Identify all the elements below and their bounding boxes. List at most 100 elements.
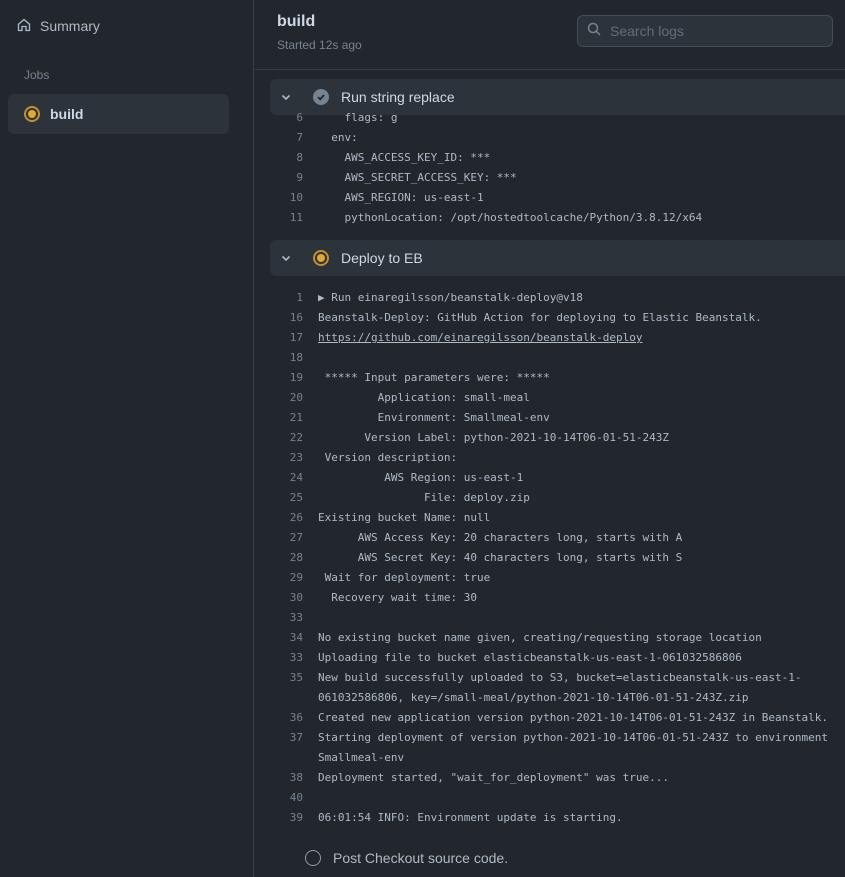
step-header-post-checkout[interactable]: Post Checkout source code.	[270, 847, 508, 869]
line-text[interactable]: ▶ Run einaregilsson/beanstalk-deploy@v18	[318, 288, 583, 308]
log-line: 8 AWS_ACCESS_KEY_ID: ***	[270, 148, 845, 168]
summary-link[interactable]: Summary	[16, 10, 100, 42]
line-number[interactable]: 24	[270, 468, 318, 488]
search-box[interactable]	[577, 15, 833, 47]
search-input[interactable]	[610, 23, 820, 39]
line-number[interactable]: 18	[270, 348, 318, 368]
line-text: flags: g	[318, 111, 398, 124]
line-text: AWS_SECRET_ACCESS_KEY: ***	[318, 171, 517, 184]
line-number[interactable]: 21	[270, 408, 318, 428]
log-line: 37 Starting deployment of version python-…	[270, 728, 845, 768]
line-text: Version Label: python-2021-10-14T06-01-5…	[318, 431, 669, 444]
in-progress-icon	[24, 106, 40, 122]
jobs-heading: Jobs	[24, 68, 50, 82]
line-number[interactable]: 29	[270, 568, 318, 588]
step-header-deploy-to-eb[interactable]: Deploy to EB	[270, 240, 845, 276]
log-line: 9 AWS_SECRET_ACCESS_KEY: ***	[270, 168, 845, 188]
line-number[interactable]: 19	[270, 368, 318, 388]
log-line: 24 AWS Region: us-east-1	[270, 468, 845, 488]
job-item-build[interactable]: build	[8, 94, 229, 134]
job-label: build	[50, 106, 84, 122]
line-text: No existing bucket name given, creating/…	[318, 631, 762, 644]
line-number[interactable]: 6	[270, 108, 318, 128]
log-line: 23 Version description:	[270, 448, 845, 468]
log-line: 18	[270, 348, 845, 368]
line-number[interactable]: 40	[270, 788, 318, 808]
line-number[interactable]: 25	[270, 488, 318, 508]
log-line: 39 06:01:54 INFO: Environment update is s…	[270, 808, 845, 828]
line-text: Wait for deployment: true	[318, 571, 491, 584]
line-text: Version description:	[318, 451, 458, 464]
line-number[interactable]: 7	[270, 128, 318, 148]
line-text: Starting deployment of version python-20…	[318, 731, 835, 764]
line-text: 06:01:54 INFO: Environment update is sta…	[318, 811, 623, 824]
pending-circle-icon	[305, 850, 321, 866]
step-log-deploy-to-eb: 1 ▶ Run einaregilsson/beanstalk-deploy@v1…	[270, 288, 845, 828]
line-number[interactable]: 27	[270, 528, 318, 548]
line-text: New build successfully uploaded to S3, b…	[318, 671, 802, 704]
line-number[interactable]: 28	[270, 548, 318, 568]
line-number[interactable]: 36	[270, 708, 318, 728]
log-line: 21 Environment: Smallmeal-env	[270, 408, 845, 428]
log-line: 7 env:	[270, 128, 845, 148]
line-number[interactable]: 38	[270, 768, 318, 788]
line-text: AWS Access Key: 20 characters long, star…	[318, 531, 683, 544]
line-number[interactable]: 16	[270, 308, 318, 328]
line-text: AWS_REGION: us-east-1	[318, 191, 484, 204]
log-line: 28 AWS Secret Key: 40 characters long, s…	[270, 548, 845, 568]
log-line: 10 AWS_REGION: us-east-1	[270, 188, 845, 208]
log-line: 27 AWS Access Key: 20 characters long, s…	[270, 528, 845, 548]
log-line: 20 Application: small-meal	[270, 388, 845, 408]
step-name: Post Checkout source code.	[333, 850, 509, 866]
step-name: Deploy to EB	[341, 250, 423, 266]
log-line: 26 Existing bucket Name: null	[270, 508, 845, 528]
log-line: 30 Recovery wait time: 30	[270, 588, 845, 608]
line-text: Environment: Smallmeal-env	[318, 411, 550, 424]
line-number[interactable]: 8	[270, 148, 318, 168]
home-icon	[16, 17, 32, 36]
line-number[interactable]: 9	[270, 168, 318, 188]
log-line: 34 No existing bucket name given, creatin…	[270, 628, 845, 648]
search-icon	[586, 21, 602, 42]
log-line: 19 ***** Input parameters were: *****	[270, 368, 845, 388]
line-number[interactable]: 20	[270, 388, 318, 408]
line-text: Existing bucket Name: null	[318, 511, 491, 524]
step-log-run-string-replace: 6 flags: g 7 env: 8 AWS_ACCESS_KEY_ID: *…	[270, 108, 845, 228]
job-header: build Started 12s ago	[255, 0, 845, 70]
line-text: File: deploy.zip	[318, 491, 530, 504]
log-line: 16 Beanstalk-Deploy: GitHub Action for de…	[270, 308, 845, 328]
log-line: 17 https://github.com/einaregilsson/beans…	[270, 328, 845, 348]
log-line-group[interactable]: 1 ▶ Run einaregilsson/beanstalk-deploy@v1…	[270, 288, 845, 308]
line-text: Application: small-meal	[318, 391, 530, 404]
line-number[interactable]: 22	[270, 428, 318, 448]
line-text: Deployment started, "wait_for_deployment…	[318, 771, 669, 784]
line-text: Recovery wait time: 30	[318, 591, 477, 604]
line-text: AWS Region: us-east-1	[318, 471, 524, 484]
line-number[interactable]: 1	[270, 288, 318, 308]
line-number[interactable]: 30	[270, 588, 318, 608]
line-number[interactable]: 17	[270, 328, 318, 348]
line-number[interactable]: 10	[270, 188, 318, 208]
line-number[interactable]: 34	[270, 628, 318, 648]
log-line: 33	[270, 608, 845, 628]
line-text: Uploading file to bucket elasticbeanstal…	[318, 651, 742, 664]
line-number[interactable]: 37	[270, 728, 318, 768]
line-number[interactable]: 35	[270, 668, 318, 708]
line-number[interactable]: 33	[270, 608, 318, 628]
line-number[interactable]: 23	[270, 448, 318, 468]
line-number[interactable]: 11	[270, 208, 318, 228]
log-line: 22 Version Label: python-2021-10-14T06-0…	[270, 428, 845, 448]
line-number[interactable]: 39	[270, 808, 318, 828]
line-number[interactable]: 33	[270, 648, 318, 668]
line-text: env:	[318, 131, 358, 144]
repo-link[interactable]: https://github.com/einaregilsson/beansta…	[318, 331, 643, 344]
job-started-time: Started 12s ago	[277, 38, 362, 52]
chevron-down-icon	[278, 89, 294, 105]
log-line: 38 Deployment started, "wait_for_deployme…	[270, 768, 845, 788]
line-text: AWS Secret Key: 40 characters long, star…	[318, 551, 683, 564]
chevron-down-icon	[278, 250, 294, 266]
line-text: pythonLocation: /opt/hostedtoolcache/Pyt…	[318, 211, 703, 224]
step-name: Run string replace	[341, 89, 455, 105]
line-number[interactable]: 26	[270, 508, 318, 528]
log-line: 6 flags: g	[270, 108, 845, 128]
